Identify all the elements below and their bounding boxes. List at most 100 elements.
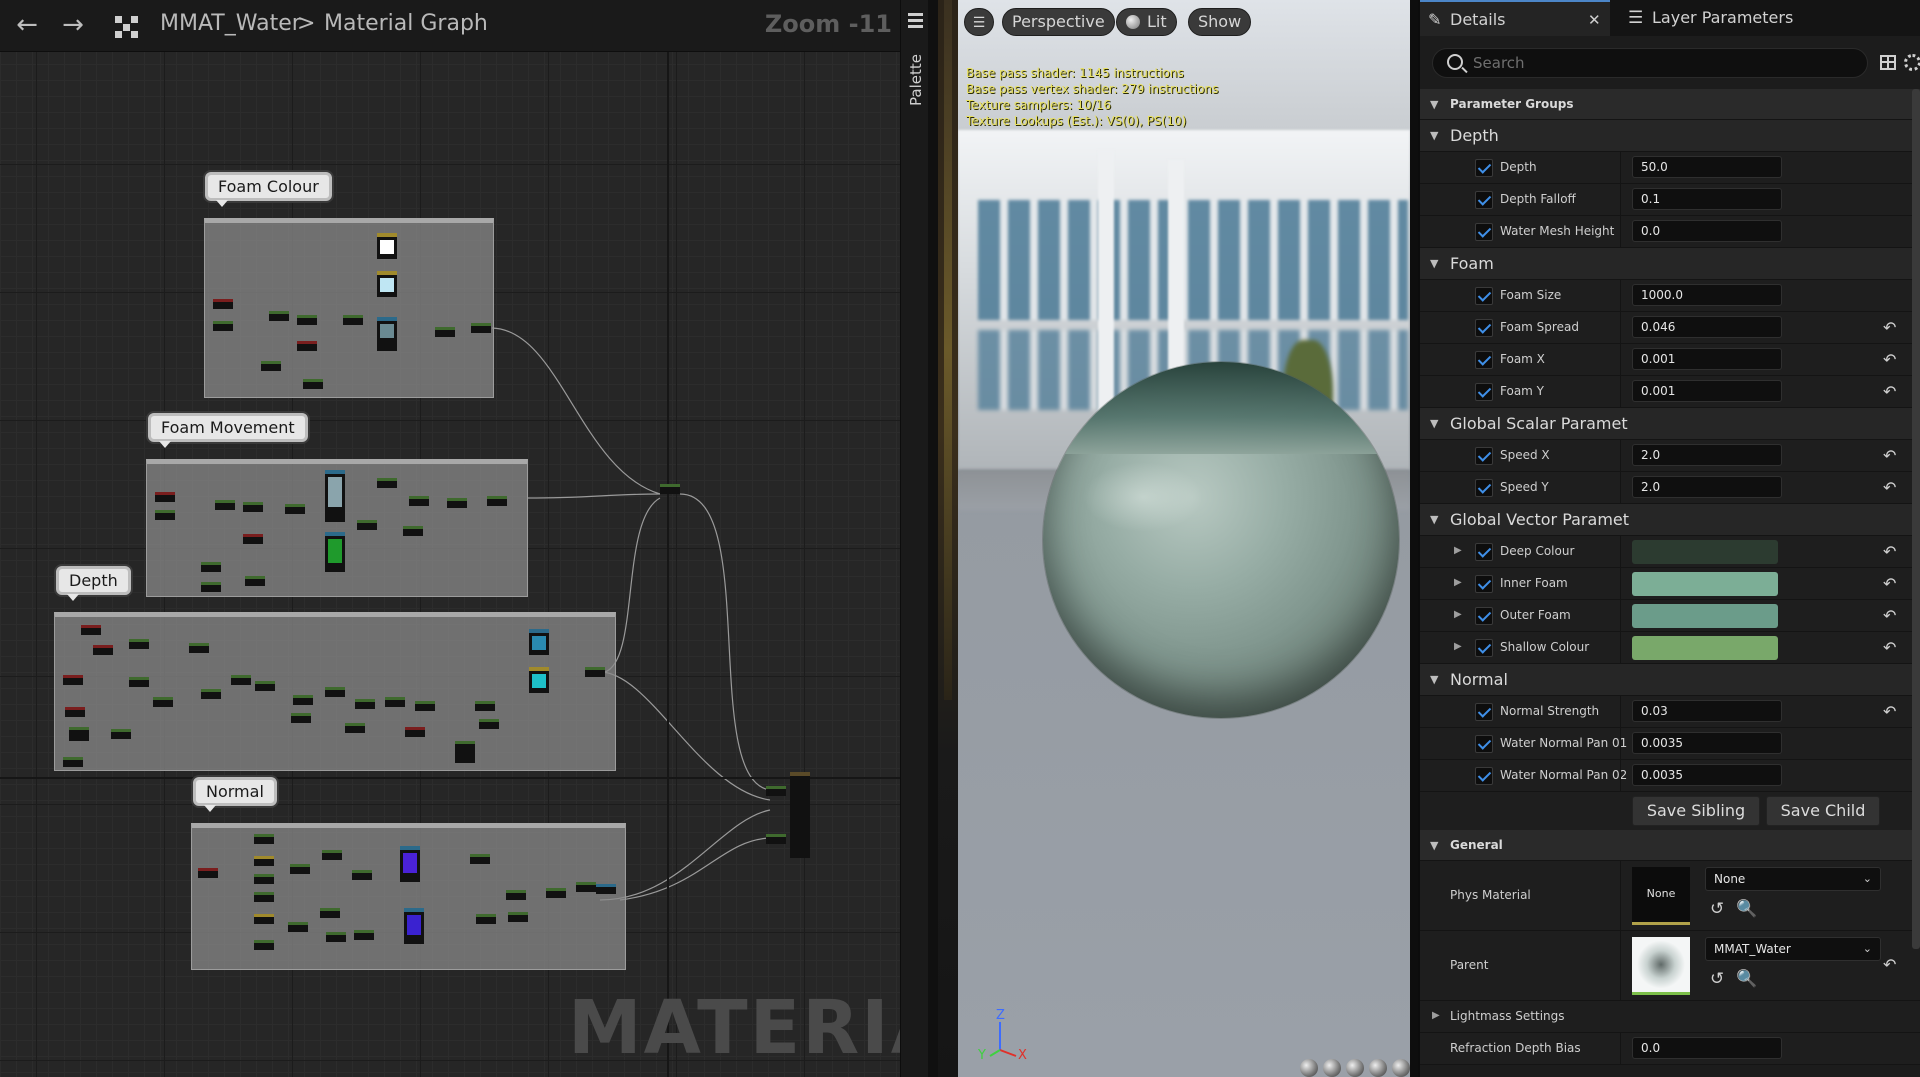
- cube-icon[interactable]: [1369, 1059, 1388, 1077]
- param-value-input[interactable]: 0.001: [1632, 348, 1782, 370]
- reset-to-default-icon[interactable]: ↶: [1883, 638, 1896, 657]
- teapot-icon[interactable]: [1392, 1059, 1411, 1077]
- details-scrollbar[interactable]: [1912, 89, 1920, 949]
- param-checkbox[interactable]: [1475, 383, 1493, 401]
- parent-dropdown[interactable]: MMAT_Water ⌄: [1705, 937, 1881, 961]
- reset-to-default-icon[interactable]: ↶: [1883, 574, 1896, 593]
- viewport-menu-button[interactable]: ☰: [964, 8, 994, 36]
- color-swatch[interactable]: [1632, 636, 1778, 660]
- save-sibling-button[interactable]: Save Sibling: [1632, 796, 1760, 826]
- caret-right-icon[interactable]: ▶: [1432, 1010, 1440, 1021]
- palette-tab[interactable]: Palette: [900, 0, 928, 1077]
- use-selected-icon[interactable]: ↺: [1710, 899, 1724, 919]
- group-depth[interactable]: ▼ Depth: [1420, 120, 1920, 152]
- caret-right-icon[interactable]: ▶: [1454, 545, 1462, 556]
- browse-icon[interactable]: 🔍: [1736, 899, 1757, 919]
- phys-material-thumbnail[interactable]: None: [1632, 867, 1690, 925]
- param-value-input[interactable]: 0.0035: [1632, 732, 1782, 754]
- close-icon[interactable]: ✕: [1588, 2, 1601, 38]
- gear-icon[interactable]: [1904, 54, 1920, 71]
- caret-right-icon[interactable]: ▶: [1454, 641, 1462, 652]
- use-selected-icon[interactable]: ↺: [1710, 969, 1724, 989]
- viewport-scene[interactable]: [958, 0, 1410, 1077]
- param-value-input[interactable]: 0.03: [1632, 700, 1782, 722]
- tab-details[interactable]: ✎ Details ✕: [1420, 0, 1610, 36]
- caret-right-icon[interactable]: ▶: [1454, 577, 1462, 588]
- param-checkbox[interactable]: [1475, 319, 1493, 337]
- phys-material-dropdown[interactable]: None ⌄: [1705, 867, 1881, 891]
- param-checkbox[interactable]: [1475, 287, 1493, 305]
- param-checkbox[interactable]: [1475, 159, 1493, 177]
- preview-mesh-selector[interactable]: [1300, 1059, 1411, 1077]
- param-checkbox[interactable]: [1475, 767, 1493, 785]
- reset-to-default-icon[interactable]: ↶: [1883, 446, 1896, 465]
- group-global-vector[interactable]: ▼ Global Vector Paramet: [1420, 504, 1920, 536]
- show-button[interactable]: Show: [1188, 8, 1252, 36]
- comment-label-normal[interactable]: Normal: [193, 777, 277, 812]
- tab-layer-parameters[interactable]: ☰ Layer Parameters: [1622, 0, 1793, 36]
- param-value-input[interactable]: 0.0035: [1632, 764, 1782, 786]
- param-checkbox[interactable]: [1475, 639, 1493, 657]
- perspective-button[interactable]: Perspective: [1002, 8, 1115, 36]
- param-value-input[interactable]: 50.0: [1632, 156, 1782, 178]
- comment-box-foam-movement[interactable]: [146, 459, 528, 597]
- viewport-scrollbar[interactable]: [1410, 0, 1418, 1077]
- param-value-input[interactable]: 0.0: [1632, 220, 1782, 242]
- comment-label-depth[interactable]: Depth: [56, 566, 131, 601]
- param-checkbox[interactable]: [1475, 223, 1493, 241]
- material-output-node[interactable]: [790, 772, 810, 858]
- browse-icon[interactable]: 🔍: [1736, 969, 1757, 989]
- param-checkbox[interactable]: [1475, 479, 1493, 497]
- reset-to-default-icon[interactable]: ↶: [1883, 478, 1896, 497]
- comment-label-foam-movement[interactable]: Foam Movement: [148, 413, 308, 448]
- group-global-scalar[interactable]: ▼ Global Scalar Paramet: [1420, 408, 1920, 440]
- param-value-input[interactable]: 2.0: [1632, 476, 1782, 498]
- reroute-node[interactable]: [660, 484, 680, 494]
- lit-button[interactable]: Lit: [1116, 8, 1177, 36]
- breadcrumb-asset[interactable]: MMAT_Water: [160, 11, 301, 36]
- param-checkbox[interactable]: [1475, 191, 1493, 209]
- table-view-icon[interactable]: [1880, 55, 1896, 70]
- comment-box-depth[interactable]: [54, 612, 616, 771]
- reset-to-default-icon[interactable]: ↶: [1883, 318, 1896, 337]
- color-swatch[interactable]: [1632, 604, 1778, 628]
- param-value-input[interactable]: 2.0: [1632, 444, 1782, 466]
- plane-icon[interactable]: [1346, 1059, 1365, 1077]
- save-child-button[interactable]: Save Child: [1766, 796, 1880, 826]
- caret-right-icon[interactable]: ▶: [1454, 609, 1462, 620]
- reset-to-default-icon[interactable]: ↶: [1883, 382, 1896, 401]
- parent-thumbnail[interactable]: [1632, 937, 1690, 995]
- sphere-icon[interactable]: [1323, 1059, 1342, 1077]
- param-checkbox[interactable]: [1475, 543, 1493, 561]
- refraction-value-input[interactable]: 0.0: [1632, 1037, 1782, 1059]
- section-general[interactable]: ▼ General: [1420, 830, 1920, 861]
- param-value-input[interactable]: 1000.0: [1632, 284, 1782, 306]
- param-checkbox[interactable]: [1475, 447, 1493, 465]
- cylinder-icon[interactable]: [1300, 1059, 1318, 1077]
- panel-splitter[interactable]: [928, 0, 938, 1077]
- param-value-input[interactable]: 0.001: [1632, 380, 1782, 402]
- reset-to-default-icon[interactable]: ↶: [1883, 606, 1896, 625]
- param-checkbox[interactable]: [1475, 735, 1493, 753]
- param-checkbox[interactable]: [1475, 351, 1493, 369]
- reset-to-default-icon[interactable]: ↶: [1883, 542, 1896, 561]
- param-value-input[interactable]: 0.1: [1632, 188, 1782, 210]
- color-swatch[interactable]: [1632, 572, 1778, 596]
- preview-viewport[interactable]: ☰ Perspective Lit Show Base pass shader:…: [938, 0, 1418, 1077]
- comment-label-foam-colour[interactable]: Foam Colour: [205, 172, 332, 207]
- param-checkbox[interactable]: [1475, 703, 1493, 721]
- back-arrow-icon[interactable]: ←: [10, 10, 44, 42]
- param-value-input[interactable]: 0.046: [1632, 316, 1782, 338]
- lightmass-row[interactable]: ▶ Lightmass Settings: [1420, 1001, 1920, 1033]
- param-checkbox[interactable]: [1475, 575, 1493, 593]
- group-foam[interactable]: ▼ Foam: [1420, 248, 1920, 280]
- group-normal[interactable]: ▼ Normal: [1420, 664, 1920, 696]
- search-box[interactable]: [1432, 48, 1868, 78]
- reset-to-default-icon[interactable]: ↶: [1883, 702, 1896, 721]
- forward-arrow-icon[interactable]: →: [56, 10, 90, 42]
- reset-to-default-icon[interactable]: ↶: [1883, 350, 1896, 369]
- material-graph-panel[interactable]: Foam Colour Foam Movement Depth Normal M…: [0, 0, 938, 1077]
- reset-to-default-icon[interactable]: ↶: [1883, 955, 1896, 974]
- section-parameter-groups[interactable]: ▼ Parameter Groups: [1420, 89, 1920, 120]
- comment-box-foam-colour[interactable]: [204, 218, 494, 398]
